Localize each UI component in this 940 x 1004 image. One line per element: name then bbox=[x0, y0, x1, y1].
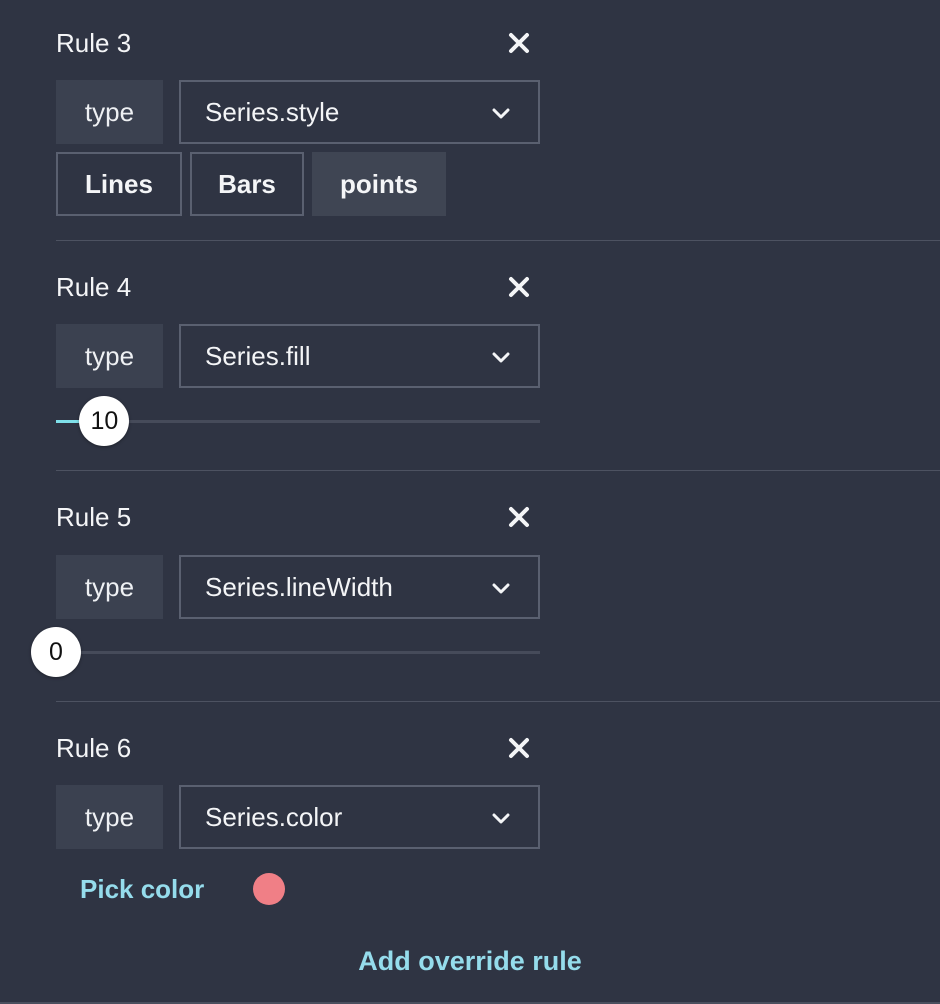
rule-6: Rule 6 type Series.color Pick color bbox=[56, 733, 540, 913]
rule-4: Rule 4 type Series.fill 10 bbox=[56, 272, 540, 452]
type-select-value: Series.color bbox=[205, 802, 343, 832]
type-label: type bbox=[56, 324, 163, 388]
add-override-rule-button[interactable]: Add override rule bbox=[0, 944, 940, 978]
type-select[interactable]: Series.lineWidth bbox=[179, 555, 540, 619]
type-select[interactable]: Series.color bbox=[179, 785, 540, 849]
rule-title: Rule 6 bbox=[56, 733, 132, 763]
rule-title: Rule 3 bbox=[56, 28, 132, 58]
chevron-down-icon bbox=[492, 813, 510, 824]
close-icon bbox=[509, 33, 529, 53]
bars-button[interactable]: Bars bbox=[190, 152, 304, 216]
type-row: type Series.lineWidth bbox=[56, 555, 540, 619]
rule-3: Rule 3 type Series.style Lines Bars poin… bbox=[56, 28, 540, 218]
rule-divider bbox=[56, 240, 940, 241]
type-select-value: Series.style bbox=[205, 97, 340, 127]
type-select-value: Series.lineWidth bbox=[205, 572, 393, 602]
remove-rule-button[interactable] bbox=[506, 504, 532, 530]
type-label: type bbox=[56, 555, 163, 619]
chevron-down-icon bbox=[492, 583, 510, 594]
type-label: type bbox=[56, 80, 163, 144]
rule-divider bbox=[56, 701, 940, 702]
type-row: type Series.style bbox=[56, 80, 540, 144]
lines-button[interactable]: Lines bbox=[56, 152, 182, 216]
rule-title: Rule 5 bbox=[56, 502, 132, 532]
fill-slider[interactable]: 10 bbox=[56, 396, 540, 446]
line-width-slider[interactable]: 0 bbox=[31, 627, 540, 677]
type-row: type Series.color bbox=[56, 785, 540, 849]
remove-rule-button[interactable] bbox=[506, 30, 532, 56]
type-label: type bbox=[56, 785, 163, 849]
chevron-down-icon bbox=[492, 352, 510, 363]
slider-thumb[interactable]: 10 bbox=[79, 396, 130, 446]
color-swatch[interactable] bbox=[253, 873, 285, 905]
pick-color-link[interactable]: Pick color bbox=[80, 874, 204, 904]
points-button[interactable]: points bbox=[312, 152, 446, 216]
chevron-down-icon bbox=[492, 108, 510, 119]
close-icon bbox=[509, 277, 529, 297]
rule-5: Rule 5 type Series.lineWidth 0 bbox=[31, 502, 540, 682]
rule-divider bbox=[56, 470, 940, 471]
close-icon bbox=[509, 507, 529, 527]
slider-track bbox=[56, 651, 540, 654]
override-rules-panel: Rule 3 type Series.style Lines Bars poin… bbox=[0, 0, 940, 1004]
type-select[interactable]: Series.style bbox=[179, 80, 540, 144]
close-icon bbox=[509, 738, 529, 758]
remove-rule-button[interactable] bbox=[506, 735, 532, 761]
type-row: type Series.fill bbox=[56, 324, 540, 388]
slider-thumb[interactable]: 0 bbox=[31, 627, 81, 677]
remove-rule-button[interactable] bbox=[506, 274, 532, 300]
rule-title: Rule 4 bbox=[56, 272, 132, 302]
type-select-value: Series.fill bbox=[205, 341, 311, 371]
type-select[interactable]: Series.fill bbox=[179, 324, 540, 388]
